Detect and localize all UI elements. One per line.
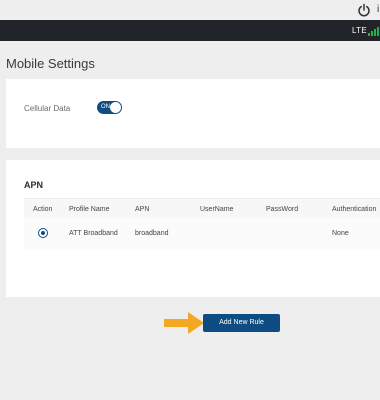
cellular-data-card: Cellular Data ON bbox=[6, 79, 380, 148]
top-strip: i bbox=[0, 0, 380, 20]
profile-select-radio[interactable] bbox=[38, 228, 48, 238]
column-header-action: Action bbox=[33, 206, 53, 213]
table-row[interactable]: ATT Broadband broadband None bbox=[24, 218, 380, 249]
cell-authentication: None bbox=[332, 230, 349, 237]
cell-apn: broadband bbox=[135, 230, 169, 237]
signal-bars-icon bbox=[368, 26, 380, 36]
apn-section-title: APN bbox=[24, 180, 44, 190]
cellular-data-toggle[interactable]: ON bbox=[97, 101, 122, 114]
add-new-rule-button[interactable]: Add New Rule bbox=[203, 314, 280, 332]
apn-table-header: Action Profile Name APN UserName PassWor… bbox=[24, 198, 380, 218]
column-header-profile-name: Profile Name bbox=[69, 206, 110, 213]
status-bar: LTE bbox=[0, 20, 380, 41]
toggle-knob bbox=[110, 102, 121, 113]
network-type-label: LTE bbox=[352, 26, 367, 35]
page-title: Mobile Settings bbox=[6, 56, 95, 71]
column-header-password: PassWord bbox=[266, 206, 299, 213]
toggle-state-label: ON bbox=[101, 104, 110, 110]
cell-profile-name: ATT Broadband bbox=[69, 230, 118, 237]
column-header-authentication: Authentication bbox=[332, 206, 377, 213]
power-icon[interactable] bbox=[357, 3, 371, 17]
arrow-right-icon bbox=[164, 312, 204, 334]
radio-selected-dot bbox=[41, 231, 45, 235]
apn-card: APN Action Profile Name APN UserName Pas… bbox=[6, 160, 380, 297]
top-strip-text: i bbox=[377, 4, 380, 15]
column-header-username: UserName bbox=[200, 206, 234, 213]
cellular-data-label: Cellular Data bbox=[24, 104, 71, 113]
column-header-apn: APN bbox=[135, 206, 150, 213]
